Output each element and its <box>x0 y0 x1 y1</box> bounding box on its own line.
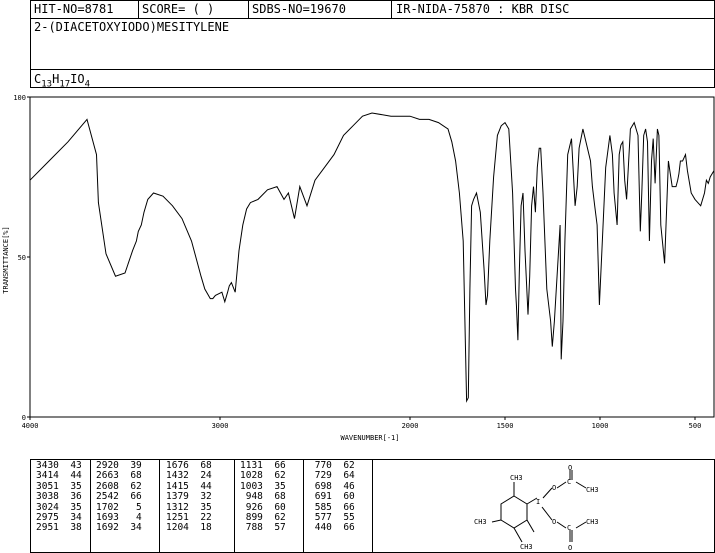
x-tick-label: 500 <box>689 422 702 430</box>
peak-column: 770 62 729 64 698 46 691 60 585 66 577 5… <box>309 460 355 534</box>
iodine-label: I <box>536 498 540 506</box>
peak-row: 1692 34 <box>96 522 142 534</box>
peak-col-div-5 <box>372 459 373 553</box>
methyl-label-top: CH3 <box>510 474 523 482</box>
peak-row: 788 57 <box>240 522 286 534</box>
peak-col-div-1 <box>90 459 91 553</box>
acetyl-methyl-label-1: CH3 <box>586 486 599 494</box>
carbonyl-label-2: C <box>567 524 571 532</box>
x-tick-label: 2000 <box>402 422 419 430</box>
peak-row: 1204 18 <box>166 522 212 534</box>
y-axis: 0 50 100 <box>13 94 30 422</box>
header-bar <box>30 0 715 19</box>
x-axis: 4000 3000 2000 1500 1000 500 <box>22 417 702 430</box>
compound-name: 2-(DIACETOXYIODO)MESITYLENE <box>34 20 230 34</box>
peak-column: 2920 39 2663 68 2608 62 2542 66 1702 5 1693 4… <box>96 460 142 534</box>
spectrum-line <box>29 112 715 403</box>
peak-row: 440 66 <box>309 522 355 534</box>
peak-column: 1676 68 1432 24 1415 44 1379 32 1312 35 1251 … <box>166 460 212 534</box>
carbonyl-label-1: C <box>567 478 571 486</box>
sdbs-no: SDBS-NO=19670 <box>252 2 346 16</box>
peak-col-div-3 <box>234 459 235 553</box>
y-tick-label: 100 <box>13 94 26 102</box>
peak-row: 2951 38 <box>36 522 82 534</box>
x-tick-label: 1000 <box>592 422 609 430</box>
x-axis-label: WAVENUMBER[-1] <box>340 434 399 442</box>
hit-no: HIT-NO=8781 <box>34 2 114 16</box>
y-tick-label: 0 <box>22 414 26 422</box>
peak-col-div-4 <box>303 459 304 553</box>
oxygen-label-2: O <box>568 464 572 472</box>
x-tick-label: 4000 <box>22 422 39 430</box>
x-tick-label: 3000 <box>212 422 229 430</box>
oxygen-label-4: O <box>568 544 572 552</box>
acetyl-methyl-label-2: CH3 <box>586 518 599 526</box>
oxygen-label-3: O <box>552 518 556 526</box>
peak-column: 3430 43 3414 44 3051 35 3038 36 3024 35 2975 … <box>36 460 82 534</box>
peak-col-div-2 <box>159 459 160 553</box>
ir-info: IR-NIDA-75870 : KBR DISC <box>396 2 570 16</box>
peak-column: 1131 66 1028 62 1003 35 948 68 926 60 899 … <box>240 460 286 534</box>
y-tick-label: 50 <box>18 254 26 262</box>
chemical-structure: CH3 CH3 CH3 I O O O O C C CH3 CH3 <box>474 464 599 552</box>
oxygen-label-1: O <box>552 484 556 492</box>
methyl-label-left: CH3 <box>474 518 487 526</box>
methyl-label-bottom: CH3 <box>520 543 533 551</box>
score: SCORE= ( ) <box>142 2 215 16</box>
formula-box <box>30 69 715 88</box>
x-tick-label: 1500 <box>497 422 514 430</box>
y-axis-label: TRANSMITTANCE[%] <box>2 226 10 293</box>
